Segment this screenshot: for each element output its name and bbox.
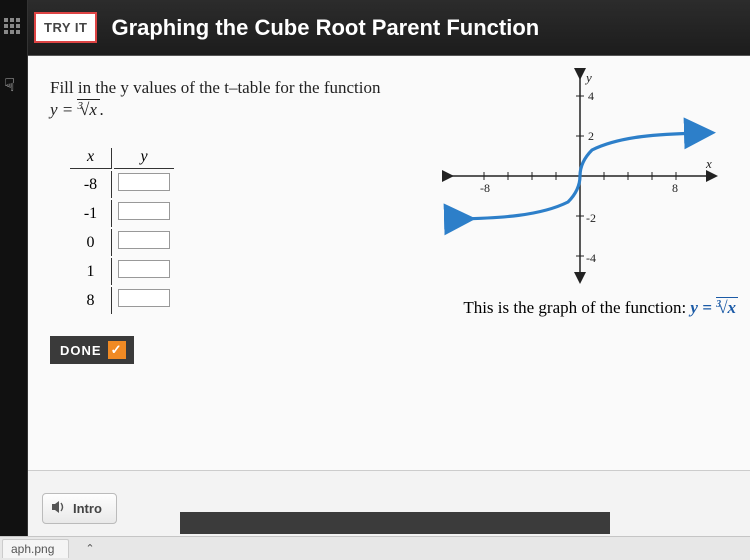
t-table-y-input[interactable] [118, 202, 170, 220]
speaker-icon [51, 500, 67, 517]
left-tool-rail: ☟ [0, 0, 28, 560]
graph-caption: This is the graph of the function: y = 3… [463, 298, 738, 318]
intro-button[interactable]: Intro [42, 493, 117, 524]
svg-text:2: 2 [588, 129, 594, 143]
t-table-x-cell: 8 [70, 287, 112, 314]
lesson-content: Fill in the y values of the t–table for … [28, 56, 750, 470]
done-button-label: DONE [60, 343, 102, 358]
done-button[interactable]: DONE ✓ [50, 336, 134, 364]
t-table-x-header: x [70, 148, 112, 169]
chevron-up-icon[interactable]: ⌃ [79, 542, 100, 555]
download-tab[interactable]: aph.png [2, 539, 69, 558]
browser-download-bar: aph.png ⌃ [0, 536, 750, 560]
grid-icon [4, 18, 20, 34]
lesson-title: Graphing the Cube Root Parent Function [111, 15, 539, 41]
svg-text:8: 8 [672, 181, 678, 195]
svg-text:-2: -2 [586, 211, 596, 225]
t-table-x-cell: -8 [70, 171, 112, 198]
pointer-hand-icon: ☟ [4, 75, 15, 96]
svg-text:-4: -4 [586, 251, 596, 265]
problem-prompt: Fill in the y values of the t–table for … [50, 78, 420, 98]
t-table-y-input[interactable] [118, 289, 170, 307]
t-table-y-input[interactable] [118, 231, 170, 249]
svg-text:x: x [705, 156, 712, 171]
t-table-y-input[interactable] [118, 260, 170, 278]
function-graph: -8 8 4 2 -2 -4 x y [440, 66, 720, 286]
graph-caption-function: y = 3√x [690, 298, 738, 317]
svg-text:4: 4 [588, 89, 594, 103]
graph-caption-text: This is the graph of the function: [463, 298, 690, 317]
svg-text:y: y [584, 70, 592, 85]
try-it-badge: TRY IT [34, 12, 97, 43]
t-table-y-header: y [114, 148, 174, 169]
t-table-x-cell: -1 [70, 200, 112, 227]
progress-bar-area [180, 512, 610, 534]
lesson-header: TRY IT Graphing the Cube Root Parent Fun… [28, 0, 750, 56]
t-table: x y -8 -1 0 1 8 [68, 146, 176, 316]
svg-text:-8: -8 [480, 181, 490, 195]
t-table-x-cell: 1 [70, 258, 112, 285]
check-icon: ✓ [108, 341, 126, 359]
download-filename: aph.png [11, 542, 54, 556]
t-table-x-cell: 0 [70, 229, 112, 256]
t-table-y-input[interactable] [118, 173, 170, 191]
intro-button-label: Intro [73, 501, 102, 516]
